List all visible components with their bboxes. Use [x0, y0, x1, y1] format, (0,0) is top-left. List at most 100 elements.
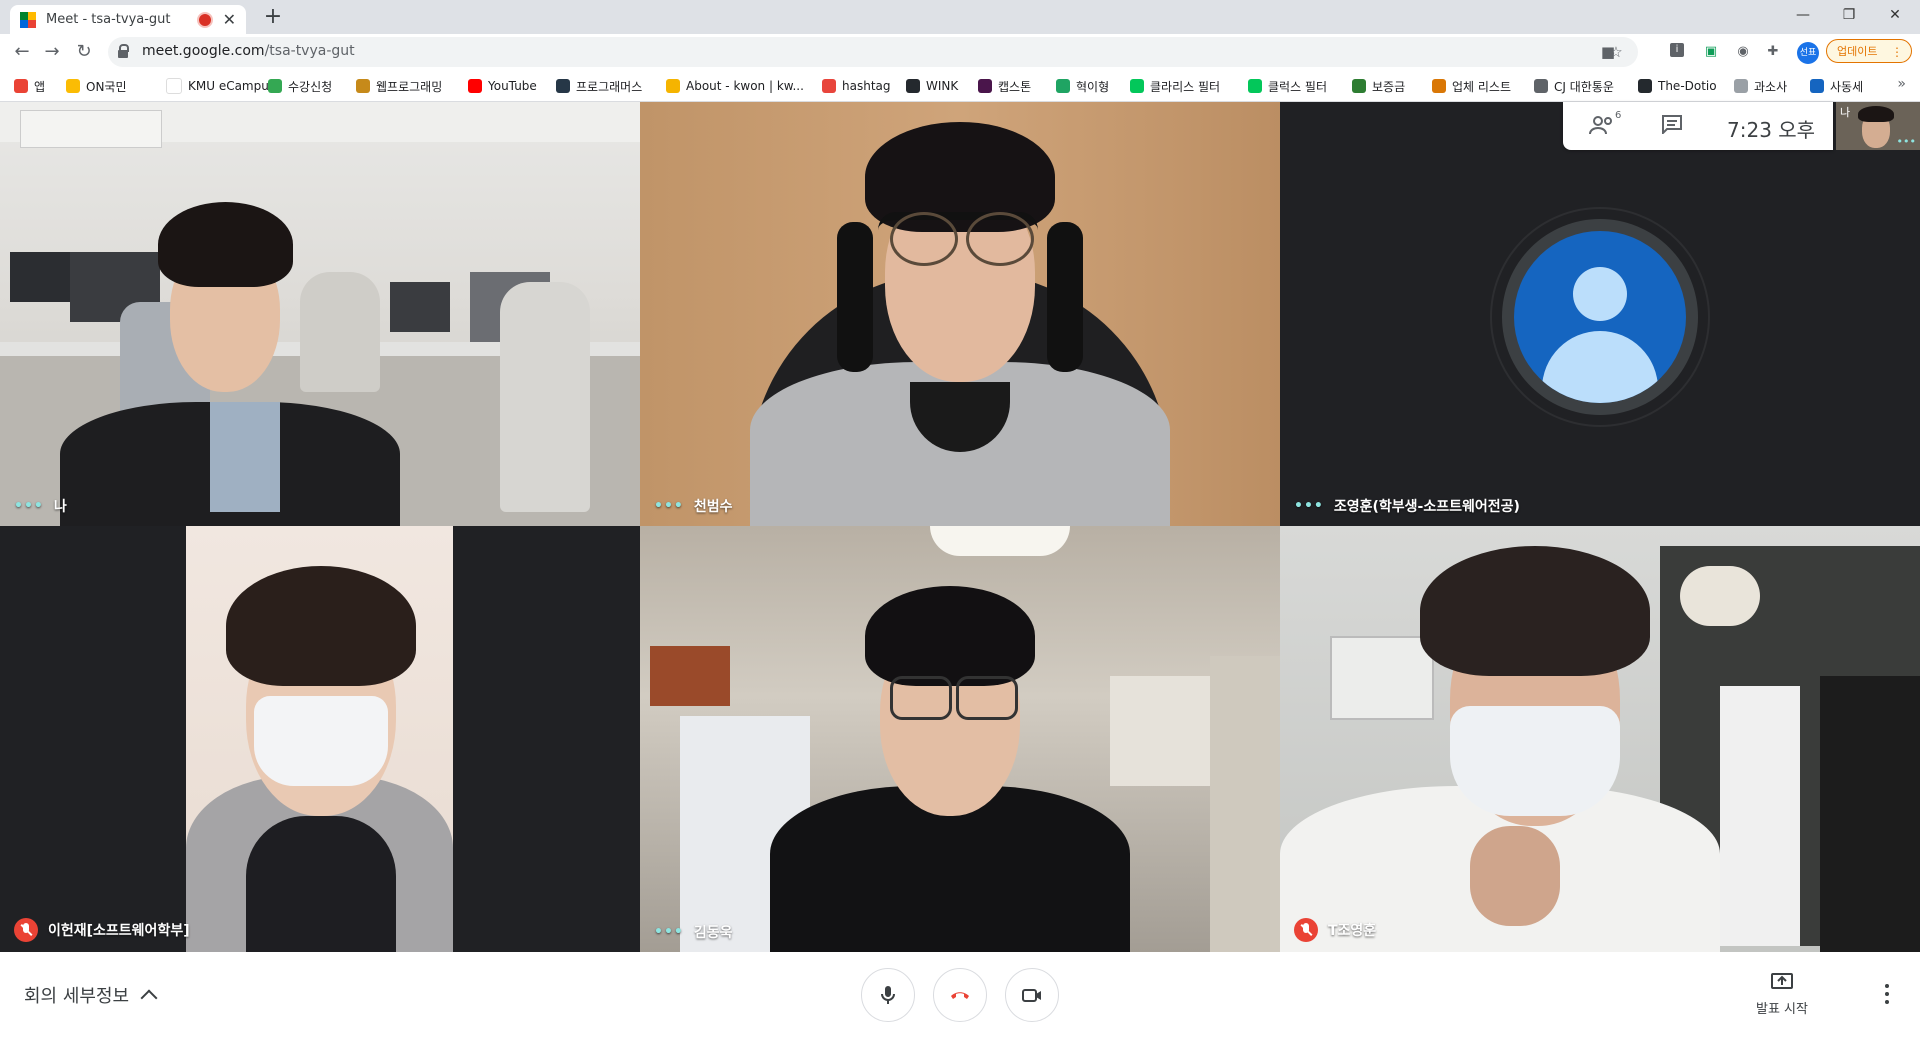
bookmark-item[interactable]: 클라리스 필터	[1130, 78, 1220, 94]
participant-tile[interactable]: ••• 천범수	[640, 102, 1280, 526]
meet-video-grid: ••• 나 ••• 천범수 ••• 조영훈(학부생-소프트웨어전공) 이헌재[소…	[0, 102, 1920, 952]
bookmark-item[interactable]: The-Dotio	[1638, 78, 1717, 94]
participant-tile[interactable]: 이헌재[소프트웨어학부]	[0, 526, 640, 952]
extension-screen-icon[interactable]: ▣	[1702, 43, 1720, 61]
restore-button[interactable]: ❐	[1826, 0, 1872, 30]
bookmark-item[interactable]: KMU eCampus	[166, 78, 275, 94]
bookmark-item[interactable]: 사동세	[1810, 78, 1863, 94]
bookmark-item[interactable]: 업체 리스트	[1432, 78, 1511, 94]
bookmark-item[interactable]: 앱	[14, 78, 45, 94]
browser-toolbar: ← → ↻ meet.google.com/tsa-tvya-gut ■ ☆ i…	[0, 34, 1920, 70]
extensions-puzzle-icon[interactable]: ✚	[1764, 43, 1782, 61]
participant-name: 조영훈(학부생-소프트웨어전공)	[1333, 499, 1520, 515]
bookmark-favicon-icon	[1734, 79, 1748, 93]
bookmark-item[interactable]: About - kwon | kw...	[666, 78, 804, 94]
bookmark-favicon-icon	[66, 79, 80, 93]
participant-name: 김동욱	[693, 925, 733, 941]
bookmark-label: 앱	[34, 79, 46, 94]
bookmarks-overflow-icon[interactable]: »	[1897, 76, 1906, 92]
bookmark-favicon-icon	[1056, 79, 1070, 93]
extension-i-icon[interactable]: i	[1670, 43, 1684, 57]
bookmark-label: 혁이형	[1076, 79, 1110, 94]
extension-camera-icon[interactable]: ◉	[1734, 43, 1752, 61]
forward-icon[interactable]: →	[40, 40, 64, 64]
meeting-details-button[interactable]: 회의 세부정보	[24, 982, 158, 1008]
bookmark-item[interactable]: 수강신청	[268, 78, 332, 94]
speaking-indicator-icon: •••	[1294, 498, 1324, 514]
speaking-indicator-icon: •••	[1896, 135, 1916, 148]
bookmark-item[interactable]: 보증금	[1352, 78, 1405, 94]
bookmark-item[interactable]: 과소사	[1734, 78, 1787, 94]
participant-tile[interactable]: ••• 나	[0, 102, 640, 526]
people-count: 6	[1615, 110, 1622, 121]
present-label: 발표 시작	[1756, 1002, 1808, 1017]
participant-tile[interactable]: ••• 김동욱	[640, 526, 1280, 952]
more-options-icon[interactable]	[1885, 984, 1891, 1008]
bookmark-label: 웹프로그래밍	[376, 79, 443, 94]
bookmark-item[interactable]: 혁이형	[1056, 78, 1109, 94]
participant-label: ••• 김동욱	[654, 922, 733, 942]
bookmark-item[interactable]: WINK	[906, 78, 958, 94]
bookmark-label: CJ 대한통운	[1554, 79, 1614, 94]
bookmark-favicon-icon	[556, 79, 570, 93]
bookmark-item[interactable]: ON국민	[66, 78, 127, 94]
participant-tile[interactable]: ••• 조영훈(학부생-소프트웨어전공)	[1280, 102, 1920, 526]
profile-avatar[interactable]: 선표	[1797, 42, 1819, 64]
chat-icon[interactable]	[1661, 114, 1683, 139]
bookmark-label: WINK	[926, 79, 959, 93]
self-view-thumbnail[interactable]: 나 •••	[1836, 102, 1920, 150]
mic-off-icon	[14, 918, 38, 942]
recording-indicator-icon	[196, 11, 213, 28]
people-icon[interactable]: 6	[1589, 110, 1621, 141]
window-close-button[interactable]: ✕	[1872, 0, 1918, 30]
bookmark-label: 업체 리스트	[1452, 79, 1512, 94]
bookmark-item[interactable]: 웹프로그래밍	[356, 78, 442, 94]
present-screen-icon	[1771, 973, 1793, 989]
bookmark-favicon-icon	[1810, 79, 1824, 93]
mic-off-icon	[1294, 918, 1318, 942]
self-view-label: 나	[1840, 106, 1851, 119]
participant-label: 이헌재[소프트웨어학부]	[14, 918, 190, 942]
speaking-indicator-icon: •••	[14, 498, 44, 514]
bookmark-label: KMU eCampus	[188, 79, 276, 93]
microphone-button[interactable]	[861, 968, 915, 1022]
tab-close-icon[interactable]: ✕	[223, 10, 236, 29]
participant-name: 나	[53, 499, 67, 515]
bookmark-favicon-icon	[356, 79, 370, 93]
bookmark-favicon-icon	[1432, 79, 1446, 93]
bookmark-item[interactable]: CJ 대한통운	[1534, 78, 1614, 94]
meeting-info-panel: 6 7:23 오후	[1563, 102, 1833, 150]
bookmark-item[interactable]: 클럭스 필터	[1248, 78, 1327, 94]
bookmark-item[interactable]: hashtag	[822, 78, 891, 94]
participant-label: T조영훈	[1294, 918, 1376, 942]
participant-label: ••• 나	[14, 496, 67, 516]
bookmark-favicon-icon	[1352, 79, 1366, 93]
tab-title: Meet - tsa-tvya-gut	[46, 12, 171, 27]
bookmark-label: hashtag	[842, 79, 891, 93]
bookmark-label: 프로그래머스	[576, 79, 643, 94]
leave-call-button[interactable]	[933, 968, 987, 1022]
clock-time: 7:23 오후	[1727, 118, 1816, 142]
new-tab-button[interactable]: +	[260, 4, 286, 30]
bookmark-label: 과소사	[1754, 79, 1788, 94]
update-button[interactable]: 업데이트 ⋮	[1826, 39, 1912, 63]
bookmark-star-icon[interactable]: ☆	[1606, 42, 1626, 62]
back-icon[interactable]: ←	[10, 40, 34, 64]
reload-icon[interactable]: ↻	[72, 40, 96, 64]
video-feed	[1280, 526, 1920, 952]
bookmark-item[interactable]: 캡스톤	[978, 78, 1031, 94]
hangup-icon	[951, 992, 969, 999]
bookmark-item[interactable]: 프로그래머스	[556, 78, 642, 94]
address-bar[interactable]: meet.google.com/tsa-tvya-gut ■ ☆	[108, 37, 1638, 67]
bookmark-label: The-Dotio	[1658, 79, 1717, 93]
camera-button[interactable]	[1005, 968, 1059, 1022]
bookmark-item[interactable]: YouTube	[468, 78, 537, 94]
bookmark-favicon-icon	[1248, 79, 1262, 93]
present-now-button[interactable]: 발표 시작	[1742, 972, 1822, 1017]
browser-tab[interactable]: Meet - tsa-tvya-gut ✕	[10, 5, 246, 34]
bookmark-favicon-icon	[822, 79, 836, 93]
participant-tile[interactable]: T조영훈	[1280, 526, 1920, 952]
minimize-button[interactable]: —	[1780, 0, 1826, 30]
participant-label: ••• 천범수	[654, 496, 733, 516]
bookmark-favicon-icon	[268, 79, 282, 93]
